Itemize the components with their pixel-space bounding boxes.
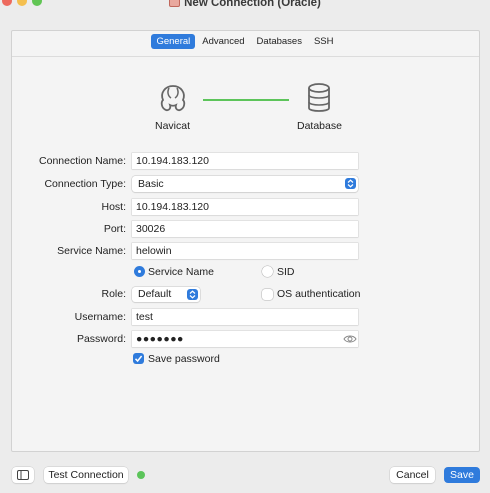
database-label: Database	[297, 120, 342, 132]
database-icon	[308, 83, 330, 112]
connection-type-label: Connection Type:	[44, 178, 126, 190]
save-password-checkbox[interactable]	[133, 353, 144, 364]
navicat-icon	[160, 85, 186, 112]
host-label: Host:	[101, 201, 126, 213]
tab-ssh[interactable]: SSH	[309, 34, 339, 49]
os-authentication-label: OS authentication	[277, 288, 361, 300]
save-password-label: Save password	[148, 353, 220, 365]
os-authentication-checkbox[interactable]	[262, 289, 273, 300]
service-name-radio[interactable]	[134, 266, 145, 277]
role-select[interactable]: Default	[132, 287, 200, 302]
password-label: Password:	[76, 333, 126, 345]
select-stepper-icon	[345, 178, 356, 189]
sid-radio-label: SID	[277, 266, 295, 278]
service-name-field[interactable]: helowin	[132, 243, 358, 259]
port-field[interactable]: 30026	[132, 221, 358, 237]
service-name-radio-label: Service Name	[148, 266, 214, 278]
sid-radio[interactable]	[262, 266, 273, 277]
oracle-connection-icon	[169, 0, 181, 7]
role-value: Default	[138, 288, 172, 300]
checkmark-icon	[134, 355, 143, 363]
eye-icon[interactable]	[343, 334, 357, 344]
test-connection-button[interactable]: Test Connection	[44, 467, 128, 483]
title-bar: New Connection (Oracle)	[0, 0, 490, 12]
tab-general[interactable]: General	[151, 34, 196, 49]
host-field[interactable]: 10.194.183.120	[132, 199, 358, 215]
tabs-divider	[12, 56, 479, 57]
sidebar-icon	[17, 470, 29, 480]
connection-status-dot	[137, 471, 145, 479]
role-label: Role:	[101, 288, 126, 300]
connection-name-label: Connection Name:	[39, 155, 126, 167]
connection-diagram: Navicat Database	[0, 80, 490, 140]
toggle-sidebar-button[interactable]	[12, 467, 34, 483]
select-stepper-icon	[187, 289, 198, 300]
service-name-label: Service Name:	[57, 245, 126, 257]
connection-type-select[interactable]: Basic	[132, 176, 358, 192]
connection-name-field[interactable]: 10.194.183.120	[132, 153, 358, 169]
tab-bar: General Advanced Databases SSH	[0, 34, 490, 49]
connection-link-line	[203, 99, 289, 101]
navicat-label: Navicat	[155, 120, 191, 132]
window-title-wrap: New Connection (Oracle)	[0, 0, 490, 9]
connection-type-value: Basic	[138, 178, 164, 190]
port-label: Port:	[103, 223, 126, 235]
tab-advanced[interactable]: Advanced	[197, 34, 249, 49]
window-title: New Connection (Oracle)	[184, 0, 321, 9]
username-field[interactable]: test	[132, 309, 358, 325]
password-field[interactable]: ●●●●●●●	[132, 331, 358, 347]
save-button[interactable]: Save	[444, 467, 480, 483]
username-label: Username:	[74, 311, 126, 323]
tab-databases[interactable]: Databases	[252, 34, 307, 49]
cancel-button[interactable]: Cancel	[390, 467, 435, 483]
